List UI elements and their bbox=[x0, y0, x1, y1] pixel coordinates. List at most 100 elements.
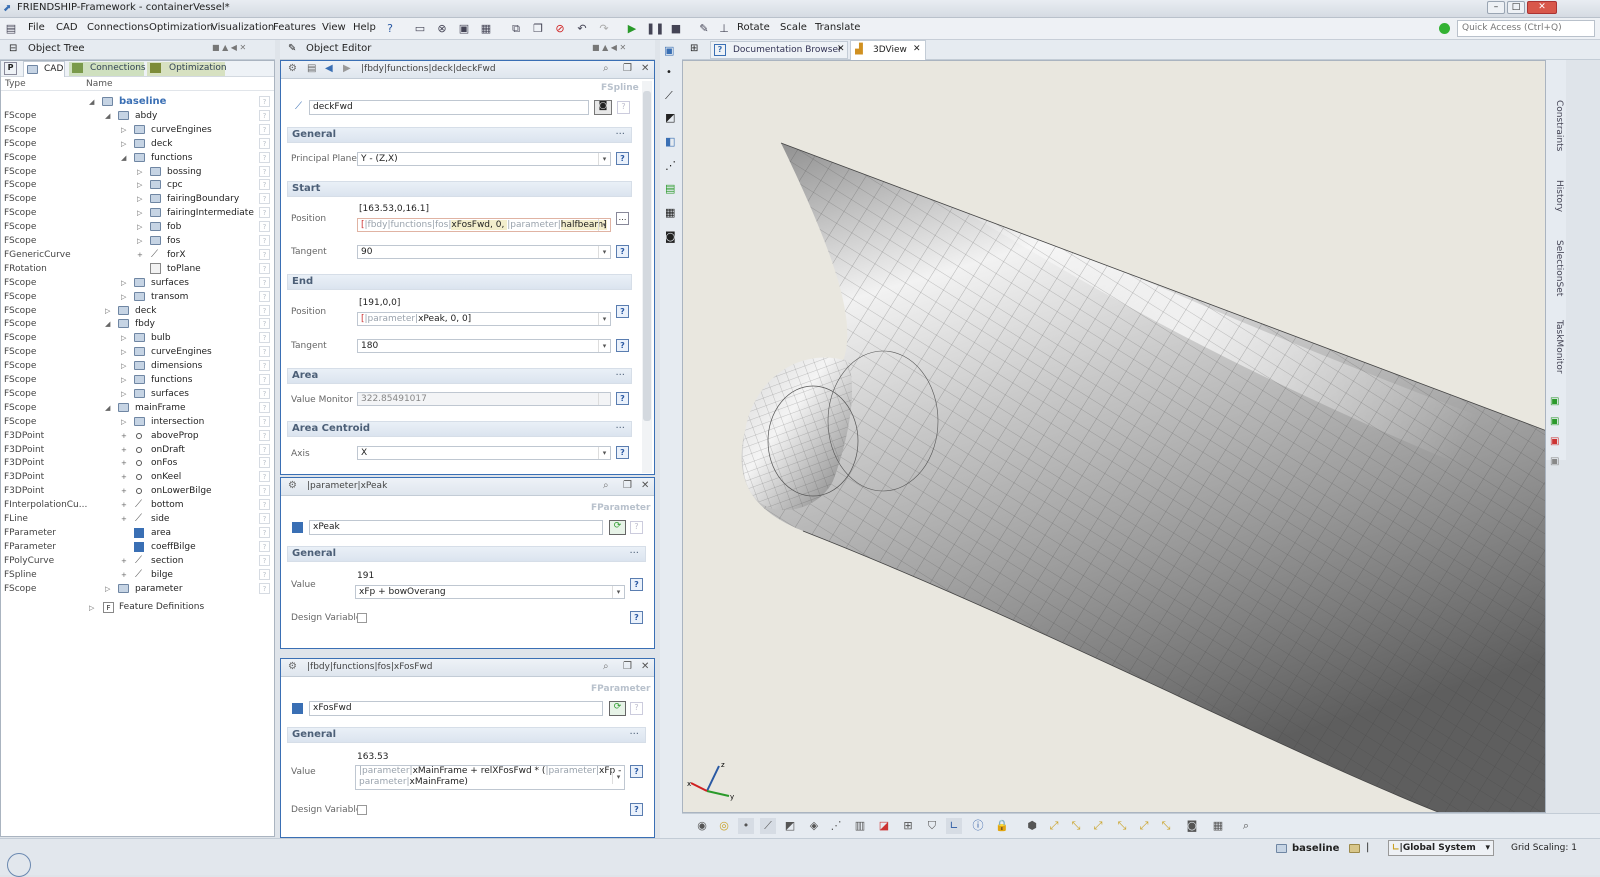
design-variable-checkbox[interactable] bbox=[357, 805, 367, 815]
float-icon[interactable]: ❐ bbox=[623, 480, 632, 491]
help-button[interactable]: ? bbox=[630, 803, 643, 816]
tree-row[interactable]: FScope ◢ functions? bbox=[1, 151, 274, 165]
stop-run-icon[interactable]: ■ bbox=[668, 21, 684, 37]
dotted-view-icon[interactable]: ⋰ bbox=[828, 818, 844, 834]
tree-row[interactable]: FScope ▷ intersection? bbox=[1, 415, 274, 429]
view-icon[interactable]: ▣ bbox=[664, 44, 674, 57]
help-button[interactable]: ? bbox=[616, 392, 629, 405]
menu-help[interactable]: Help bbox=[353, 22, 376, 33]
tree-expander[interactable]: ◢ bbox=[105, 317, 110, 331]
minimize-button[interactable]: – bbox=[1487, 1, 1505, 14]
bottom-view-icon[interactable]: ⤢ bbox=[1136, 818, 1152, 834]
tree-help-icon[interactable]: ? bbox=[259, 151, 270, 163]
object-name-input[interactable]: deckFwd bbox=[309, 100, 589, 115]
point-icon[interactable]: • bbox=[666, 67, 672, 78]
settings-icon[interactable]: ⚙ bbox=[288, 661, 297, 672]
tab-history[interactable]: History bbox=[1550, 180, 1564, 212]
tree-expander[interactable]: ▷ bbox=[121, 359, 126, 373]
tree-row[interactable]: FPolyCurve + ⟋ section? bbox=[1, 554, 274, 568]
tree-row[interactable]: FScope ▷ fos? bbox=[1, 234, 274, 248]
tab-connections[interactable]: Connections bbox=[69, 62, 146, 76]
save-icon[interactable]: ▣ bbox=[456, 21, 472, 37]
parameter-tool-icon[interactable]: ◧ bbox=[665, 135, 675, 148]
translate-button[interactable]: Translate bbox=[815, 22, 860, 33]
help-disabled-icon[interactable]: ? bbox=[630, 702, 643, 715]
refresh-icon[interactable]: ⟳ bbox=[609, 520, 626, 535]
info-view-icon[interactable]: ⓘ bbox=[970, 818, 986, 834]
cut-view-icon[interactable]: ◪ bbox=[876, 818, 892, 834]
close-editor-icon[interactable]: ✕ bbox=[641, 63, 649, 74]
scope-icon[interactable]: ▦ bbox=[665, 206, 675, 219]
copy-icon[interactable]: ⧉ bbox=[508, 21, 524, 37]
close-icon[interactable]: ⊗ bbox=[434, 21, 450, 37]
camera-tool-icon[interactable]: ◙ bbox=[665, 230, 676, 243]
section-end[interactable]: End bbox=[287, 274, 632, 290]
tree-help-icon[interactable]: ? bbox=[259, 568, 270, 580]
sphere-icon[interactable]: ◎ bbox=[716, 818, 732, 834]
menu-features[interactable]: Features bbox=[273, 22, 316, 33]
float-icon[interactable]: ❐ bbox=[623, 63, 632, 74]
tree-help-icon[interactable]: ? bbox=[259, 346, 270, 358]
help-button[interactable]: ? bbox=[630, 765, 643, 778]
iso-view-icon[interactable]: ⤡ bbox=[1158, 818, 1174, 834]
surface-view-icon[interactable]: ◩ bbox=[782, 818, 798, 834]
tree-row[interactable]: FScope ▷ fairingIntermediate? bbox=[1, 206, 274, 220]
tree-help-icon[interactable]: ? bbox=[259, 248, 270, 260]
close-tab-icon[interactable]: ✕ bbox=[913, 44, 921, 54]
start-position-expr[interactable]: [|fbdy|functions|fos|xFosFwd, 0, |parame… bbox=[357, 218, 611, 232]
tab-documentation-browser[interactable]: ? Documentation Browser ✕ bbox=[710, 41, 848, 59]
p-icon[interactable]: P bbox=[4, 62, 17, 75]
tree-row[interactable]: FSpline + ⟋ bilge? bbox=[1, 568, 274, 582]
tree-expander[interactable]: ▷ bbox=[121, 137, 126, 151]
check-icon[interactable]: ▣ bbox=[1550, 416, 1559, 427]
back-view-icon[interactable]: ⤡ bbox=[1068, 818, 1084, 834]
tree-help-icon[interactable]: ? bbox=[259, 415, 270, 427]
tree-expander[interactable]: ▷ bbox=[121, 373, 126, 387]
save-all-icon[interactable]: ▦ bbox=[478, 21, 494, 37]
menu-view[interactable]: View bbox=[322, 22, 346, 33]
editor-scrollbar[interactable] bbox=[642, 81, 652, 473]
pause-icon[interactable]: ❚❚ bbox=[646, 21, 664, 37]
3d-viewport[interactable]: z y x bbox=[682, 60, 1546, 813]
tab-selectionset[interactable]: SelectionSet bbox=[1550, 240, 1564, 296]
start-tangent-input[interactable]: 90 ▾ bbox=[357, 245, 611, 259]
section-general[interactable]: General ··· bbox=[287, 546, 646, 562]
axis-view-icon[interactable]: ∟ bbox=[946, 818, 962, 834]
tree-help-icon[interactable]: ? bbox=[259, 554, 270, 566]
tree-help-icon[interactable]: ? bbox=[259, 262, 270, 274]
undo-icon[interactable]: ↶ bbox=[574, 21, 590, 37]
tab-cad[interactable]: CAD bbox=[23, 61, 65, 77]
close-window-button[interactable]: ✕ bbox=[1527, 1, 1557, 14]
tree-expander[interactable]: + bbox=[121, 429, 127, 443]
dotted-curve-icon[interactable]: ⋰ bbox=[665, 159, 676, 172]
tree-help-icon[interactable]: ? bbox=[259, 332, 270, 344]
search-icon[interactable]: ⌕ bbox=[603, 661, 609, 672]
check-icon[interactable]: ▣ bbox=[1550, 396, 1559, 407]
camera-icon[interactable]: ◙ bbox=[594, 100, 612, 115]
tree-expander[interactable]: ▷ bbox=[137, 220, 142, 234]
tree-row[interactable]: FGenericCurve + ⟋ forX? bbox=[1, 248, 274, 262]
tree-expander[interactable]: ▷ bbox=[121, 345, 126, 359]
tree-row[interactable]: FScope ◢ abdy? bbox=[1, 109, 274, 123]
close-editor-icon[interactable]: ✕ bbox=[641, 661, 649, 672]
more-button[interactable]: … bbox=[616, 212, 629, 225]
tree-help-icon[interactable]: ? bbox=[259, 582, 270, 594]
tree-expander[interactable]: ▷ bbox=[121, 331, 126, 345]
tree-help-icon[interactable]: ? bbox=[259, 137, 270, 149]
tree-expander[interactable]: ◢ bbox=[89, 95, 94, 109]
tree-expander[interactable]: ▷ bbox=[137, 206, 142, 220]
lock-icon[interactable]: 🔒 bbox=[994, 818, 1010, 834]
section-general[interactable]: General ··· bbox=[287, 727, 646, 743]
settings-icon[interactable]: ⚙ bbox=[288, 480, 297, 491]
tree-help-icon[interactable]: ? bbox=[259, 360, 270, 372]
open-icon[interactable]: ▭ bbox=[412, 21, 428, 37]
coordinate-system-select[interactable]: ∟|Global System ▾ bbox=[1388, 840, 1494, 856]
help-button[interactable]: ? bbox=[616, 305, 629, 318]
help-button[interactable]: ? bbox=[616, 446, 629, 459]
principal-plane-select[interactable]: Y - (Z,X) ▾ bbox=[357, 152, 611, 166]
rotate-button[interactable]: Rotate bbox=[737, 22, 770, 33]
tree-row[interactable]: FScope ▷ curveEngines? bbox=[1, 123, 274, 137]
info-icon[interactable]: ▣ bbox=[1550, 456, 1559, 467]
tree-expander[interactable]: + bbox=[121, 512, 127, 526]
list-icon[interactable]: ▤ bbox=[307, 63, 316, 74]
